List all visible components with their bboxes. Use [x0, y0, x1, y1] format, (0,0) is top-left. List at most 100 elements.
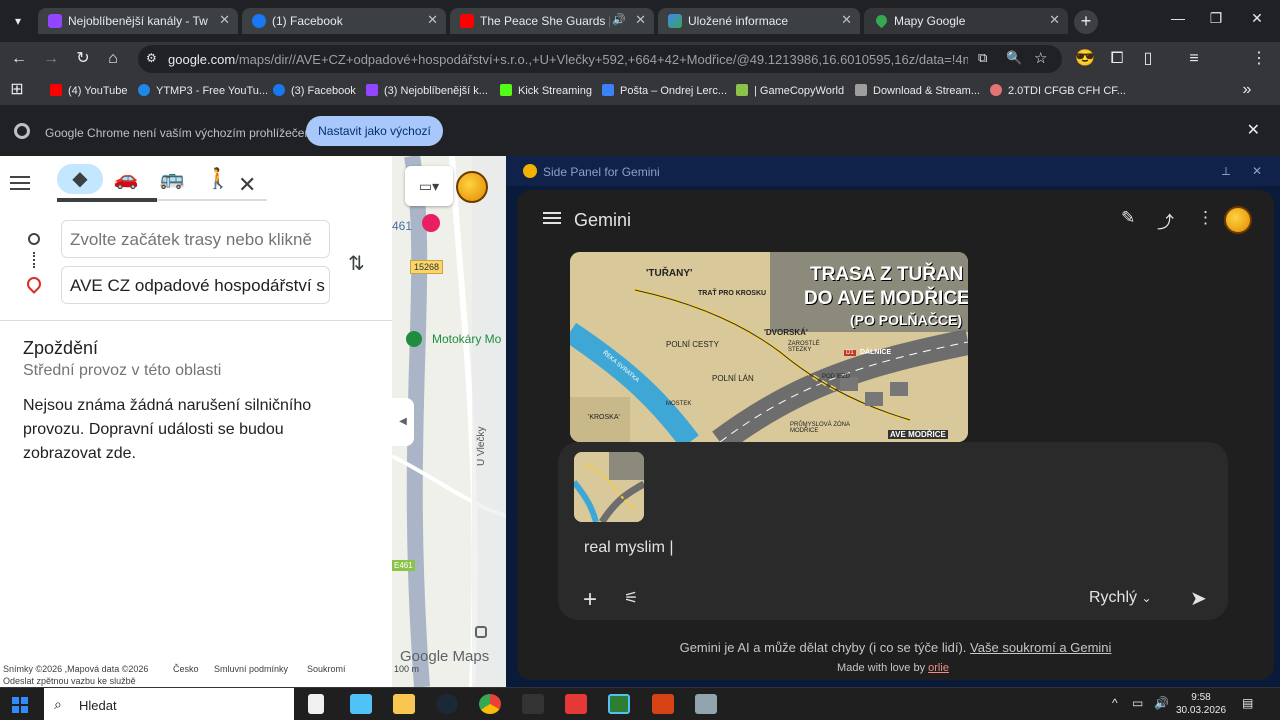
- speaker-app-icon[interactable]: [652, 694, 674, 714]
- restore-icon[interactable]: ❐: [1204, 10, 1228, 32]
- destination-input[interactable]: AVE CZ odpadové hospodářství s: [61, 266, 330, 304]
- file-explorer-icon[interactable]: [393, 694, 415, 714]
- new-tab-button[interactable]: +: [1074, 10, 1098, 34]
- reload-icon[interactable]: ↻: [72, 49, 94, 69]
- privacy-link[interactable]: Soukromí: [307, 664, 346, 674]
- bookmark-tdi[interactable]: 2.0TDI CFGB CFH CF...: [990, 84, 1126, 97]
- close-icon[interactable]: ✕: [427, 12, 438, 28]
- bookmark-youtube[interactable]: (4) YouTube: [50, 84, 128, 97]
- steam-icon[interactable]: [436, 694, 458, 714]
- more-options-icon[interactable]: ⋮: [1197, 208, 1214, 228]
- site-info-icon[interactable]: ⚙: [146, 51, 157, 65]
- generated-route-image[interactable]: TRASA Z TUŘAN DO AVE MODŘICE (PO POLŇAČC…: [570, 252, 968, 442]
- tab-youtube[interactable]: The Peace She Guards | Am 🔊 ✕: [450, 8, 654, 34]
- side-panel-icon[interactable]: ▯: [1137, 49, 1159, 69]
- forward-icon[interactable]: →: [40, 49, 62, 69]
- tab-saved-info[interactable]: Uložené informace ✕: [658, 8, 860, 34]
- desktop-icon[interactable]: [350, 694, 372, 714]
- tab-search-icon[interactable]: ▾: [6, 9, 30, 33]
- apps-grid-icon[interactable]: ⊞: [6, 80, 28, 100]
- set-default-button[interactable]: Nastavit jako výchozí: [306, 116, 443, 146]
- close-icon[interactable]: ✕: [219, 12, 230, 28]
- clock[interactable]: 9:58 30.03.2026: [1176, 691, 1226, 717]
- bookmark-ytmp3[interactable]: YTMP3 - Free YouTu...: [138, 84, 268, 97]
- map-layer-icon[interactable]: [475, 626, 487, 638]
- windows-start-icon[interactable]: [12, 697, 28, 713]
- tab-strip: ▾ Nejoblíbenější kanály - Twitch ✕ (1) F…: [0, 0, 1280, 42]
- label-podjezd: PODJEZD: [822, 374, 851, 380]
- back-icon[interactable]: ←: [8, 49, 30, 69]
- unpin-icon[interactable]: ⟂: [1222, 164, 1230, 179]
- image-headline-1: TRASA Z TUŘAN: [810, 264, 964, 285]
- share-icon[interactable]: ⤴: [1157, 208, 1174, 233]
- bookmark-download-stream[interactable]: Download & Stream...: [855, 84, 980, 97]
- notifications-icon[interactable]: ▤: [1242, 696, 1253, 710]
- screen-app-icon[interactable]: [695, 694, 717, 714]
- privacy-link[interactable]: Vaše soukromí a Gemini: [970, 640, 1111, 655]
- tools-icon[interactable]: ⚟: [624, 588, 638, 608]
- menu-dots-icon[interactable]: ⋮: [1248, 49, 1270, 69]
- prompt-box[interactable]: real myslim | + ⚟ Rychlý ⌄ ➤: [558, 442, 1228, 620]
- install-app-icon[interactable]: ⧉: [978, 50, 987, 66]
- infobar-close-icon[interactable]: ✕: [1247, 120, 1260, 140]
- more-bookmarks-icon[interactable]: »: [1236, 80, 1258, 100]
- address-bar[interactable]: ⚙ google.com/maps/dir//AVE+CZ+odpadové+h…: [138, 45, 1062, 73]
- collapse-panel-button[interactable]: ◀: [392, 398, 414, 446]
- label-dvorska: 'DVORSKÁ': [764, 328, 808, 337]
- volume-icon[interactable]: 🔊: [1154, 696, 1169, 710]
- bookmark-facebook[interactable]: (3) Facebook: [273, 84, 356, 97]
- side-panel-close-icon[interactable]: ✕: [1252, 164, 1262, 178]
- maps-menu-icon[interactable]: [10, 176, 30, 190]
- extensions-puzzle-icon[interactable]: ⧠: [1106, 49, 1128, 69]
- gemini-account-avatar[interactable]: [1224, 206, 1252, 234]
- close-directions-icon[interactable]: ✕: [238, 172, 256, 198]
- transit-mode-icon[interactable]: 🚌: [150, 164, 194, 194]
- transit-layer-button[interactable]: ▭▾: [405, 166, 453, 206]
- prompt-input[interactable]: real myslim |: [584, 539, 674, 557]
- bookmark-star-icon[interactable]: ☆: [1034, 49, 1047, 67]
- extension-sunglasses-icon[interactable]: 😎: [1074, 49, 1096, 69]
- taskbar-search[interactable]: ⌕ Hledat: [44, 688, 294, 720]
- car-mode-icon[interactable]: 🚗: [104, 164, 148, 194]
- add-attachment-icon[interactable]: +: [583, 586, 597, 614]
- bookmark-posta[interactable]: Pošta – Ondrej Lerc...: [602, 84, 727, 97]
- maps-account-avatar[interactable]: [456, 171, 488, 203]
- speaker-icon[interactable]: 🔊: [612, 13, 626, 26]
- country-link[interactable]: Česko: [173, 664, 199, 674]
- bookmark-gamecopyworld[interactable]: | GameCopyWorld: [736, 84, 844, 97]
- walk-mode-icon[interactable]: 🚶: [196, 164, 240, 194]
- media-controls-icon[interactable]: ≡: [1183, 49, 1205, 69]
- model-selector[interactable]: Rychlý ⌄: [1089, 589, 1152, 607]
- tab-google-maps[interactable]: Mapy Google ✕: [864, 8, 1068, 34]
- close-icon[interactable]: ✕: [841, 12, 852, 28]
- epic-games-icon[interactable]: [522, 694, 544, 714]
- zoom-icon[interactable]: 🔍: [1006, 50, 1022, 66]
- new-chat-icon[interactable]: ✎: [1121, 208, 1135, 228]
- swap-icon[interactable]: ⇅: [348, 251, 365, 276]
- author-link[interactable]: orlie: [928, 662, 949, 674]
- minimize-icon[interactable]: —: [1166, 10, 1190, 32]
- tab-facebook[interactable]: (1) Facebook ✕: [242, 8, 446, 34]
- origin-input[interactable]: Zvolte začátek trasy nebo klikně: [61, 220, 330, 258]
- best-route-mode[interactable]: ◆: [57, 164, 103, 194]
- close-icon[interactable]: ✕: [1049, 12, 1060, 28]
- attached-image-thumbnail[interactable]: [574, 452, 644, 522]
- home-icon[interactable]: ⌂: [102, 49, 124, 69]
- terms-link[interactable]: Smluvní podmínky: [214, 664, 288, 674]
- file-icon[interactable]: [308, 694, 324, 714]
- adobe-icon[interactable]: [565, 694, 587, 714]
- send-icon[interactable]: ➤: [1190, 586, 1207, 611]
- tray-chevron-icon[interactable]: ^: [1112, 696, 1118, 710]
- close-icon[interactable]: ✕: [635, 12, 646, 28]
- label-ave: AVE MODŘICE: [888, 430, 948, 439]
- address-text[interactable]: google.com/maps/dir//AVE+CZ+odpadové+hos…: [168, 52, 968, 67]
- chrome-icon[interactable]: [479, 694, 501, 714]
- gemini-menu-icon[interactable]: [543, 212, 561, 224]
- window-close-icon[interactable]: ✕: [1245, 10, 1269, 32]
- bookmark-twitch[interactable]: (3) Nejoblíbenější k...: [366, 84, 488, 97]
- network-icon[interactable]: ▭: [1132, 696, 1143, 710]
- feedback-link[interactable]: Odeslat zpětnou vazbu ke službě: [3, 676, 136, 686]
- bookmark-kick[interactable]: Kick Streaming: [500, 84, 592, 97]
- app-active-icon[interactable]: [608, 694, 630, 714]
- tab-twitch[interactable]: Nejoblíbenější kanály - Twitch ✕: [38, 8, 238, 34]
